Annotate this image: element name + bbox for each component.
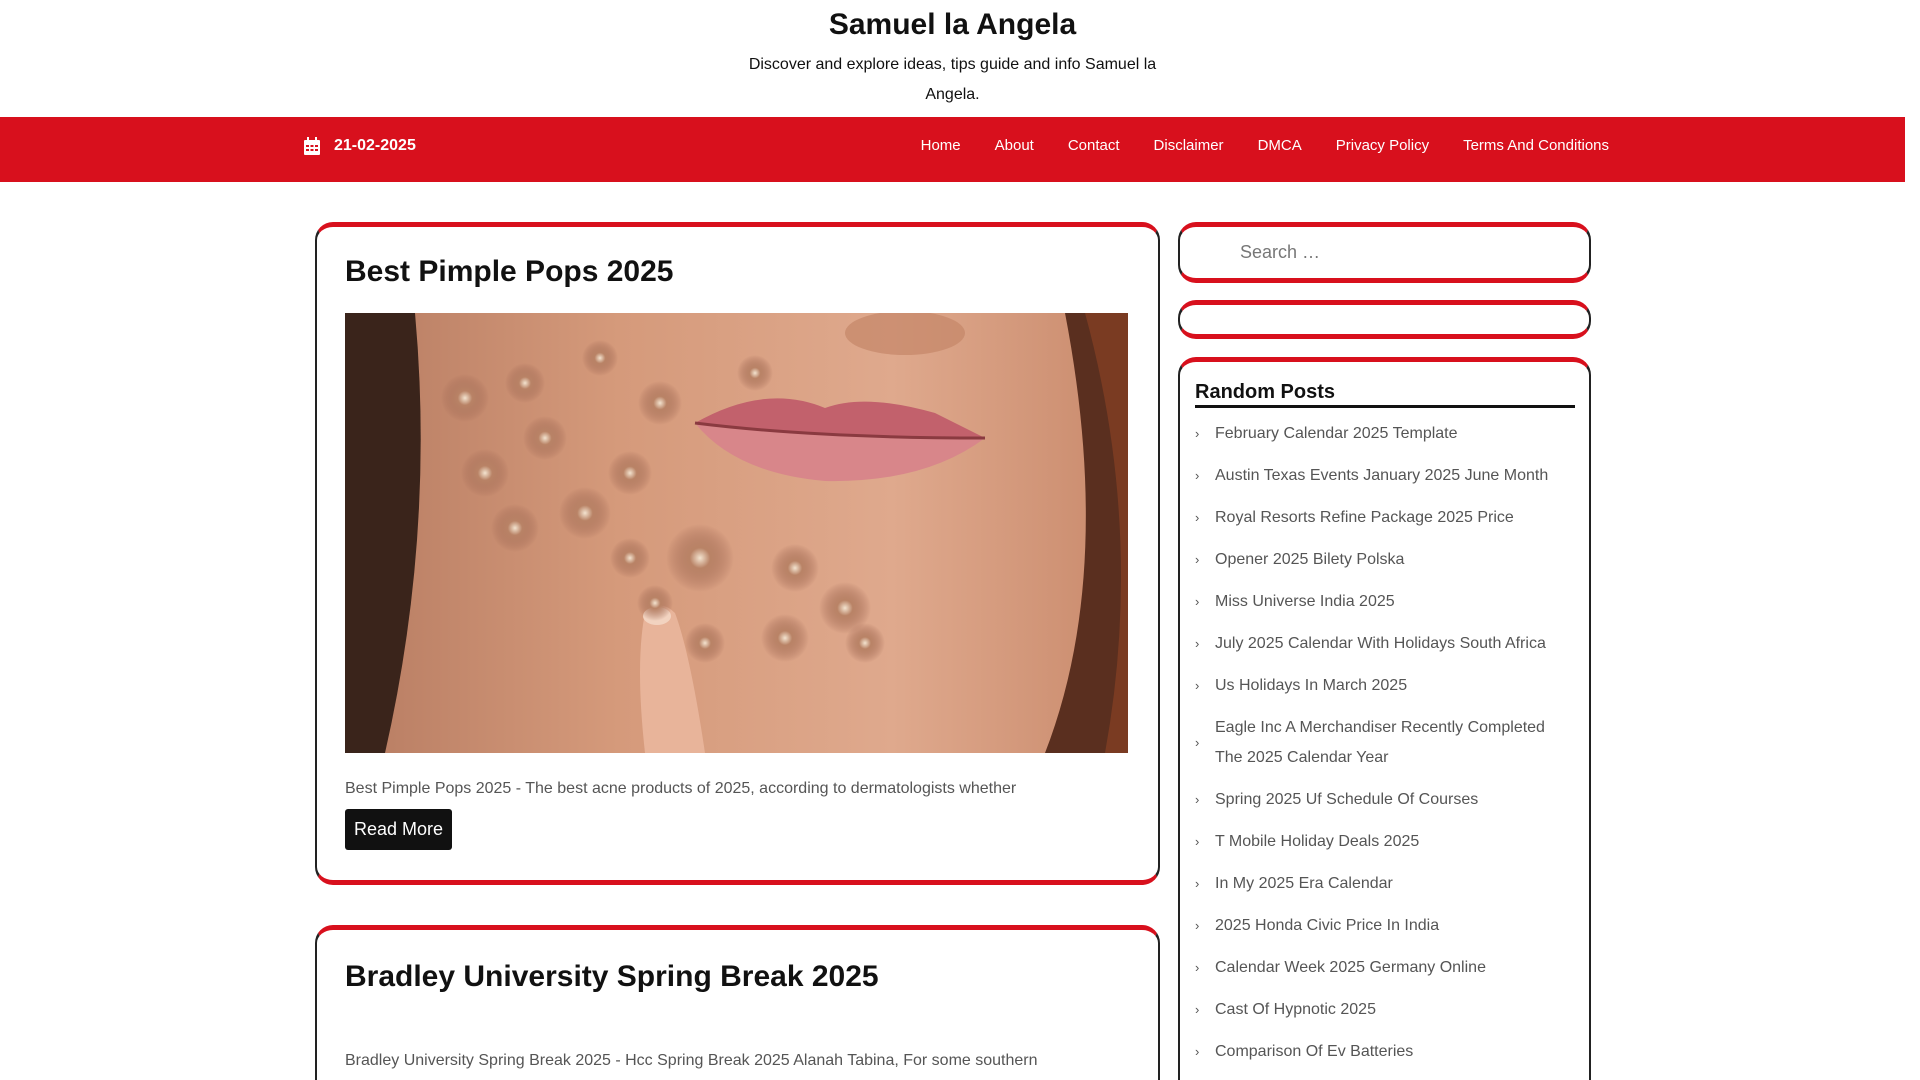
nav-home[interactable]: Home xyxy=(921,136,961,156)
random-post-link[interactable]: Eagle Inc A Merchandiser Recently Comple… xyxy=(1215,719,1545,766)
chevron-right-icon: › xyxy=(1195,678,1200,693)
post-card: Best Pimple Pops 2025 Best Pimple Pops 2… xyxy=(315,222,1160,885)
search-input[interactable] xyxy=(1240,237,1560,267)
acne-face-image xyxy=(345,313,1128,753)
nav-contact[interactable]: Contact xyxy=(1068,136,1120,156)
random-post-link[interactable]: Us Holidays In March 2025 xyxy=(1215,677,1407,694)
chevron-right-icon: › xyxy=(1195,1044,1200,1059)
list-item[interactable]: › February Calendar 2025 Template xyxy=(1195,419,1575,449)
chevron-right-icon: › xyxy=(1195,918,1200,933)
random-post-link[interactable]: Miss Universe India 2025 xyxy=(1215,593,1395,610)
list-item[interactable]: › 2025 Honda Civic Price In India xyxy=(1195,911,1575,941)
list-item[interactable]: › T Mobile Holiday Deals 2025 xyxy=(1195,827,1575,857)
post-title[interactable]: Best Pimple Pops 2025 xyxy=(345,255,673,289)
list-item[interactable]: › Us Holidays In March 2025 xyxy=(1195,671,1575,701)
random-post-link[interactable]: Austin Texas Events January 2025 June Mo… xyxy=(1215,467,1548,484)
main-navbar: 21-02-2025 Home About Contact Disclaimer… xyxy=(0,117,1905,182)
chevron-right-icon: › xyxy=(1195,468,1200,483)
chevron-right-icon: › xyxy=(1195,876,1200,891)
random-post-link[interactable]: Calendar Week 2025 Germany Online xyxy=(1215,959,1486,976)
nav-dmca[interactable]: DMCA xyxy=(1258,136,1302,156)
list-item[interactable]: › Eagle Inc A Merchandiser Recently Compl… xyxy=(1195,713,1575,773)
chevron-right-icon: › xyxy=(1195,1002,1200,1017)
chevron-right-icon: › xyxy=(1195,792,1200,807)
random-post-link[interactable]: Opener 2025 Bilety Polska xyxy=(1215,551,1404,568)
random-post-link[interactable]: In My 2025 Era Calendar xyxy=(1215,875,1393,892)
post-image[interactable] xyxy=(345,313,1128,753)
random-post-link[interactable]: Cast Of Hypnotic 2025 xyxy=(1215,1001,1376,1018)
post-title[interactable]: Bradley University Spring Break 2025 xyxy=(345,960,879,994)
current-date: 21-02-2025 xyxy=(304,137,416,155)
post-excerpt: Bradley University Spring Break 2025 - H… xyxy=(345,1052,1038,1069)
post-card: Bradley University Spring Break 2025 Bra… xyxy=(315,925,1160,1080)
calendar-icon xyxy=(304,137,320,155)
list-item[interactable]: › Opener 2025 Bilety Polska xyxy=(1195,545,1575,575)
list-item[interactable]: › Comparison Of Ev Batteries xyxy=(1195,1037,1575,1067)
post-excerpt: Best Pimple Pops 2025 - The best acne pr… xyxy=(345,780,1017,797)
random-post-link[interactable]: Royal Resorts Refine Package 2025 Price xyxy=(1215,509,1514,526)
site-title[interactable]: Samuel la Angela xyxy=(0,8,1905,42)
nav-disclaimer[interactable]: Disclaimer xyxy=(1154,136,1224,156)
random-posts-widget: Random Posts › February Calendar 2025 Tem… xyxy=(1178,357,1591,1080)
chevron-right-icon: › xyxy=(1195,636,1200,651)
list-item[interactable]: › Spring 2025 Uf Schedule Of Courses xyxy=(1195,785,1575,815)
empty-widget xyxy=(1178,300,1591,339)
date-text: 21-02-2025 xyxy=(334,137,416,154)
site-description: Discover and explore ideas, tips guide a… xyxy=(748,56,1157,103)
list-item[interactable]: › Cast Of Hypnotic 2025 xyxy=(1195,995,1575,1025)
list-item[interactable]: › July 2025 Calendar With Holidays South … xyxy=(1195,629,1575,659)
random-post-link[interactable]: July 2025 Calendar With Holidays South A… xyxy=(1215,635,1546,652)
chevron-right-icon: › xyxy=(1195,510,1200,525)
random-posts-list: › February Calendar 2025 Template › Austin… xyxy=(1195,419,1575,1079)
list-item[interactable]: › Miss Universe India 2025 xyxy=(1195,587,1575,617)
site-header: Samuel la Angela Discover and explore id… xyxy=(0,0,1920,117)
read-more-button[interactable]: Read More xyxy=(345,809,453,850)
nav-about[interactable]: About xyxy=(995,136,1034,156)
chevron-right-icon: › xyxy=(1195,735,1200,750)
list-item[interactable]: › Austin Texas Events January 2025 June M… xyxy=(1195,461,1575,491)
chevron-right-icon: › xyxy=(1195,426,1200,441)
list-item[interactable]: › In My 2025 Era Calendar xyxy=(1195,869,1575,899)
chevron-right-icon: › xyxy=(1195,594,1200,609)
list-item[interactable]: › Royal Resorts Refine Package 2025 Price xyxy=(1195,503,1575,533)
list-item[interactable]: › Calendar Week 2025 Germany Online xyxy=(1195,953,1575,983)
chevron-right-icon: › xyxy=(1195,552,1200,567)
chevron-right-icon: › xyxy=(1195,960,1200,975)
nav-privacy-policy[interactable]: Privacy Policy xyxy=(1336,136,1429,156)
random-post-link[interactable]: Comparison Of Ev Batteries xyxy=(1215,1043,1413,1060)
random-post-link[interactable]: 2025 Honda Civic Price In India xyxy=(1215,917,1439,934)
search-widget xyxy=(1178,222,1591,283)
chevron-right-icon: › xyxy=(1195,834,1200,849)
random-post-link[interactable]: Spring 2025 Uf Schedule Of Courses xyxy=(1215,791,1478,808)
random-post-link[interactable]: T Mobile Holiday Deals 2025 xyxy=(1215,833,1419,850)
random-posts-title: Random Posts xyxy=(1195,379,1575,408)
nav-menu: Home About Contact Disclaimer DMCA Priva… xyxy=(887,117,1609,182)
random-post-link[interactable]: February Calendar 2025 Template xyxy=(1215,425,1458,442)
nav-terms[interactable]: Terms And Conditions xyxy=(1463,136,1609,156)
